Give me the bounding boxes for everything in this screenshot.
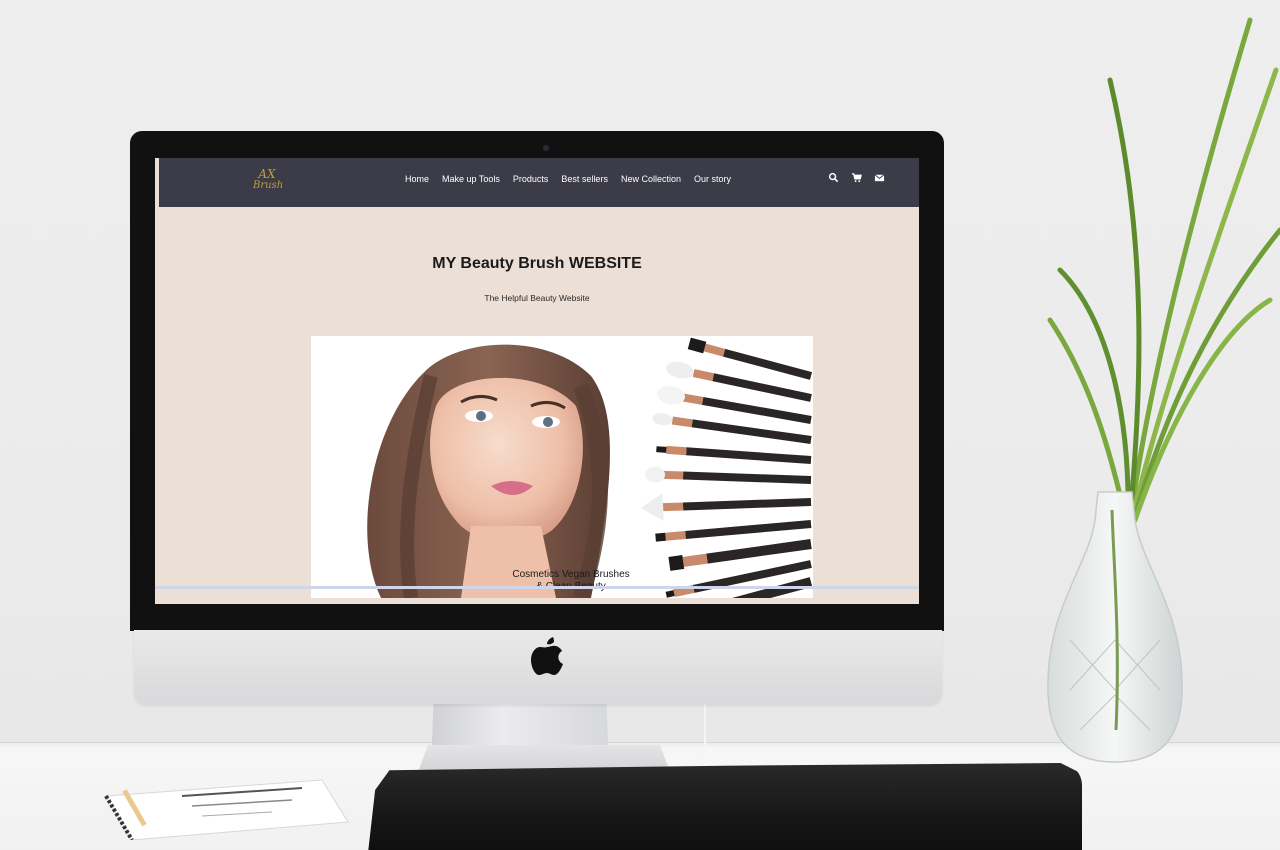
website-screen: AX Brush Home Make up Tools Products Bes… bbox=[155, 158, 919, 604]
notebook bbox=[104, 779, 349, 840]
banner-caption: Cosmetics Vegan Brushes & Clean Beauty bbox=[511, 569, 631, 593]
nav-link-products[interactable]: Products bbox=[513, 174, 549, 184]
nav-links: Home Make up Tools Products Best sellers… bbox=[405, 174, 731, 184]
chair-back bbox=[368, 763, 1082, 850]
brand-logo-line2: Brush bbox=[253, 180, 284, 191]
apple-logo-icon bbox=[531, 637, 563, 675]
nav-link-home[interactable]: Home bbox=[405, 174, 429, 184]
screen-bottom-divider bbox=[155, 586, 919, 589]
hero-banner: Cosmetics Vegan Brushes & Clean Beauty bbox=[311, 336, 813, 598]
brand-logo-line1: AX bbox=[258, 167, 276, 181]
hero-subtitle: The Helpful Beauty Website bbox=[484, 293, 590, 303]
plant-illustration bbox=[1047, 17, 1280, 523]
nav-link-new-collection[interactable]: New Collection bbox=[621, 174, 681, 184]
banner-caption-line1: Cosmetics Vegan Brushes bbox=[512, 569, 630, 580]
banner-photo-model-and-brushes bbox=[367, 337, 813, 598]
search-icon[interactable] bbox=[828, 172, 839, 183]
glass-vase bbox=[1047, 491, 1183, 763]
hero-title: MY Beauty Brush WEBSITE bbox=[432, 255, 642, 272]
nav-icons bbox=[828, 172, 885, 183]
cart-icon[interactable] bbox=[851, 172, 862, 183]
nav-link-our-story[interactable]: Our story bbox=[694, 174, 731, 184]
nav-link-best-sellers[interactable]: Best sellers bbox=[561, 174, 608, 184]
nav-link-make-up-tools[interactable]: Make up Tools bbox=[442, 174, 500, 184]
mail-icon[interactable] bbox=[874, 172, 885, 183]
camera-dot bbox=[543, 145, 549, 151]
brand-logo[interactable]: AX Brush bbox=[253, 167, 284, 198]
navbar: AX Brush Home Make up Tools Products Bes… bbox=[159, 158, 919, 207]
